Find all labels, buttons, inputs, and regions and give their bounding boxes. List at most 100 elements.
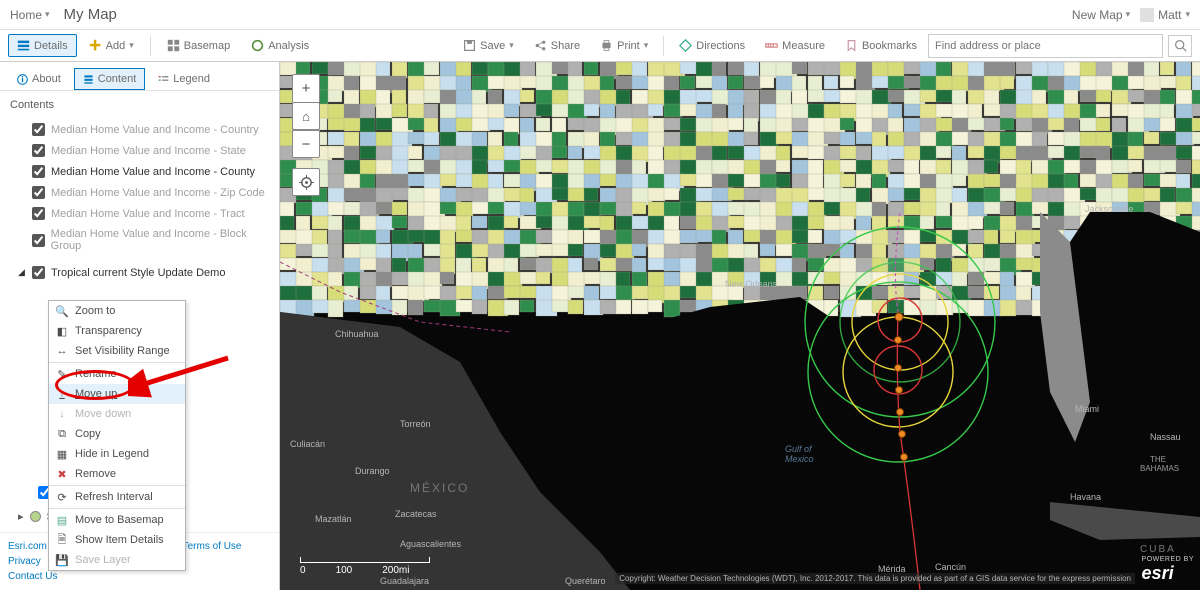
home-extent-button[interactable]: ⌂ — [292, 102, 320, 130]
chevron-down-icon: ▾ — [509, 40, 514, 51]
menu-move-up[interactable]: ↑Move up — [49, 384, 185, 404]
menu-remove[interactable]: ✖Remove — [49, 464, 185, 484]
svg-text:Nassau: Nassau — [1150, 432, 1181, 442]
layer-item[interactable]: Median Home Value and Income - Block Gro… — [6, 224, 273, 256]
zoom-in-button[interactable]: + — [292, 74, 320, 102]
home-link[interactable]: Home▾ — [10, 8, 50, 22]
details-button[interactable]: Details — [8, 34, 77, 57]
tab-content[interactable]: Content — [74, 68, 146, 90]
expand-icon[interactable]: ▸ — [18, 510, 24, 523]
svg-text:Chihuahua: Chihuahua — [335, 329, 379, 339]
layer-checkbox[interactable] — [32, 186, 45, 199]
visibility-icon: ↔ — [55, 344, 69, 358]
print-icon — [600, 39, 613, 52]
scale-bar: 0100200mi — [300, 557, 430, 576]
layer-context-menu: 🔍Zoom to ◧Transparency ↔Set Visibility R… — [48, 300, 186, 571]
svg-text:Havana: Havana — [1070, 492, 1101, 502]
collapse-icon[interactable]: ◢ — [18, 267, 26, 278]
layer-item[interactable]: Median Home Value and Income - Country — [6, 119, 273, 140]
basemap-button[interactable]: Basemap — [158, 34, 239, 57]
zoom-icon: 🔍 — [55, 304, 69, 318]
menu-refresh-interval[interactable]: ⟳Refresh Interval — [49, 487, 185, 507]
map-canvas[interactable]: MÉXICO Gulf ofMexico THEBAHAMAS CUBA Chi… — [280, 62, 1200, 590]
move-up-icon: ↑ — [55, 387, 69, 401]
bookmarks-button[interactable]: Bookmarks — [836, 34, 926, 57]
footer-link[interactable]: Esri.com — [8, 541, 47, 552]
map-svg: MÉXICO Gulf ofMexico THEBAHAMAS CUBA Chi… — [280, 62, 1200, 590]
layer-checkbox[interactable] — [32, 165, 45, 178]
search-button[interactable] — [1168, 35, 1192, 57]
directions-icon — [679, 39, 692, 52]
svg-text:Mazatlán: Mazatlán — [315, 514, 352, 524]
menu-hide-legend[interactable]: ▦Hide in Legend — [49, 444, 185, 464]
transparency-icon: ◧ — [55, 324, 69, 338]
chevron-down-icon: ▾ — [644, 40, 649, 51]
map-title: My Map — [64, 6, 117, 23]
svg-text:MÉXICO: MÉXICO — [410, 480, 469, 495]
measure-button[interactable]: Measure — [756, 34, 834, 57]
contents-header: Contents — [0, 91, 279, 119]
search-input[interactable] — [929, 40, 1162, 52]
menu-item-details[interactable]: 🗎Show Item Details — [49, 530, 185, 550]
locate-button[interactable] — [292, 168, 320, 196]
svg-text:CUBA: CUBA — [1140, 544, 1176, 555]
layer-checkbox[interactable] — [32, 123, 45, 136]
layer-checkbox[interactable] — [32, 234, 45, 247]
share-button[interactable]: Share — [525, 34, 589, 57]
legend-icon — [158, 74, 169, 85]
main-toolbar: Details Add▾ Basemap Analysis Save▾ Shar… — [0, 30, 1200, 62]
search-input-wrapper — [928, 34, 1163, 58]
menu-save-layer: 💾Save Layer — [49, 550, 185, 570]
details-icon — [17, 39, 30, 52]
chevron-down-icon: ▾ — [45, 9, 50, 20]
layer-checkbox[interactable] — [32, 266, 45, 279]
svg-text:Aguascalientes: Aguascalientes — [400, 539, 462, 549]
streets-swatch — [30, 511, 41, 522]
tab-legend[interactable]: Legend — [149, 68, 219, 90]
svg-text:Guadalajara: Guadalajara — [380, 576, 429, 586]
info-icon — [17, 74, 28, 85]
save-button[interactable]: Save▾ — [454, 34, 523, 57]
svg-text:Jacksonville: Jacksonville — [1085, 204, 1134, 214]
layer-checkbox[interactable] — [32, 144, 45, 157]
footer-link[interactable]: Privacy — [8, 556, 41, 567]
analysis-button[interactable]: Analysis — [242, 34, 318, 57]
refresh-icon: ⟳ — [55, 490, 69, 504]
svg-text:Miami: Miami — [1075, 404, 1099, 414]
layer-item[interactable]: Median Home Value and Income - County — [6, 161, 273, 182]
footer-link[interactable]: Contact Us — [8, 571, 57, 582]
add-icon — [89, 39, 102, 52]
add-button[interactable]: Add▾ — [80, 34, 143, 57]
svg-text:Querétaro: Querétaro — [565, 576, 606, 586]
svg-text:Cancún: Cancún — [935, 562, 966, 572]
svg-text:Zacatecas: Zacatecas — [395, 509, 437, 519]
menu-move-to-basemap[interactable]: ▤Move to Basemap — [49, 510, 185, 530]
content-icon — [83, 74, 94, 85]
menu-transparency[interactable]: ◧Transparency — [49, 321, 185, 341]
menu-move-down: ↓Move down — [49, 404, 185, 424]
menu-visibility-range[interactable]: ↔Set Visibility Range — [49, 341, 185, 361]
menu-copy[interactable]: ⧉Copy — [49, 424, 185, 444]
group-layer[interactable]: ◢Tropical current Style Update Demo — [6, 262, 273, 283]
footer-link[interactable]: Terms of Use — [183, 541, 242, 552]
svg-text:Torreón: Torreón — [400, 419, 431, 429]
analysis-icon — [251, 39, 264, 52]
avatar — [1140, 8, 1154, 22]
layer-item[interactable]: Median Home Value and Income - State — [6, 140, 273, 161]
remove-icon: ✖ — [55, 467, 69, 481]
menu-zoom-to[interactable]: 🔍Zoom to — [49, 301, 185, 321]
map-attribution: Copyright: Weather Decision Technologies… — [615, 573, 1135, 584]
layer-checkbox[interactable] — [32, 207, 45, 220]
user-menu[interactable]: Matt▾ — [1140, 8, 1190, 22]
print-button[interactable]: Print▾ — [591, 34, 657, 57]
new-map-link[interactable]: New Map▾ — [1072, 8, 1130, 22]
directions-button[interactable]: Directions — [670, 34, 754, 57]
tab-about[interactable]: About — [8, 68, 70, 90]
menu-rename[interactable]: ✎Rename — [49, 364, 185, 384]
share-icon — [534, 39, 547, 52]
zoom-out-button[interactable]: − — [292, 130, 320, 158]
bookmark-icon — [845, 39, 858, 52]
layer-item[interactable]: Median Home Value and Income - Tract — [6, 203, 273, 224]
save-icon: 💾 — [55, 553, 69, 567]
layer-item[interactable]: Median Home Value and Income - Zip Code — [6, 182, 273, 203]
